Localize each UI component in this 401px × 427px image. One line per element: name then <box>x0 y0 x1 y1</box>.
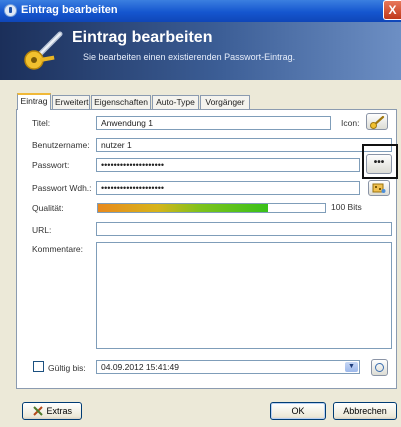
quality-bar-fill <box>98 204 269 212</box>
ok-button[interactable]: OK <box>270 402 326 420</box>
quality-bits: 100 Bits <box>331 202 362 212</box>
tools-button[interactable]: Extras <box>22 402 82 420</box>
password-repeat-input[interactable]: •••••••••••••••••••• <box>96 181 360 195</box>
icon-picker-button[interactable] <box>366 113 388 130</box>
tools-button-label: Extras <box>46 406 73 416</box>
expiry-date-input[interactable]: 04.09.2012 15:41:49 ▼ <box>96 360 360 374</box>
password-input[interactable]: •••••••••••••••••••• <box>96 158 360 172</box>
window-title: Eintrag bearbeiten <box>21 4 118 16</box>
icon-label: Icon: <box>341 118 360 128</box>
username-label: Benutzername: <box>32 140 90 150</box>
quality-label: Qualität: <box>32 203 64 213</box>
expiry-label: Gültig bis: <box>48 363 86 373</box>
window-titlebar[interactable]: Eintrag bearbeiten X <box>0 0 401 22</box>
expiry-date-value: 04.09.2012 15:41:49 <box>101 362 179 372</box>
banner-title: Eintrag bearbeiten <box>72 29 213 46</box>
header-banner: Eintrag bearbeiten Sie bearbeiten einen … <box>0 22 401 80</box>
password-label: Passwort: <box>32 160 70 170</box>
banner-subtitle: Sie bearbeiten einen existierenden Passw… <box>83 52 296 62</box>
tab-properties[interactable]: Eigenschaften <box>91 95 151 109</box>
key-icon <box>24 31 63 70</box>
password-repeat-label: Passwort Wdh.: <box>32 183 92 193</box>
clock-icon[interactable] <box>371 359 388 376</box>
tab-auto-type[interactable]: Auto-Type <box>152 95 199 109</box>
url-input[interactable] <box>96 222 392 236</box>
password-generator-icon <box>372 183 386 193</box>
url-label: URL: <box>32 225 52 235</box>
key-icon <box>370 115 385 129</box>
tab-history[interactable]: Vorgänger <box>200 95 250 109</box>
tab-entry[interactable]: Eintrag <box>17 93 51 110</box>
comments-textarea[interactable] <box>96 242 392 349</box>
tab-advanced[interactable]: Erweitert <box>52 95 90 109</box>
password-generator-button[interactable] <box>368 180 390 196</box>
tools-icon <box>33 406 43 416</box>
highlight-box <box>362 144 398 179</box>
close-button[interactable]: X <box>383 0 401 20</box>
app-icon <box>4 4 17 17</box>
title-input[interactable]: Anwendung 1 <box>96 116 331 130</box>
title-label: Titel: <box>32 118 51 128</box>
chevron-down-icon[interactable]: ▼ <box>345 362 358 372</box>
expiry-checkbox[interactable] <box>33 361 44 372</box>
username-input[interactable]: nutzer 1 <box>96 138 392 152</box>
comments-label: Kommentare: <box>32 244 84 254</box>
quality-bar <box>97 203 326 213</box>
cancel-button[interactable]: Abbrechen <box>333 402 397 420</box>
